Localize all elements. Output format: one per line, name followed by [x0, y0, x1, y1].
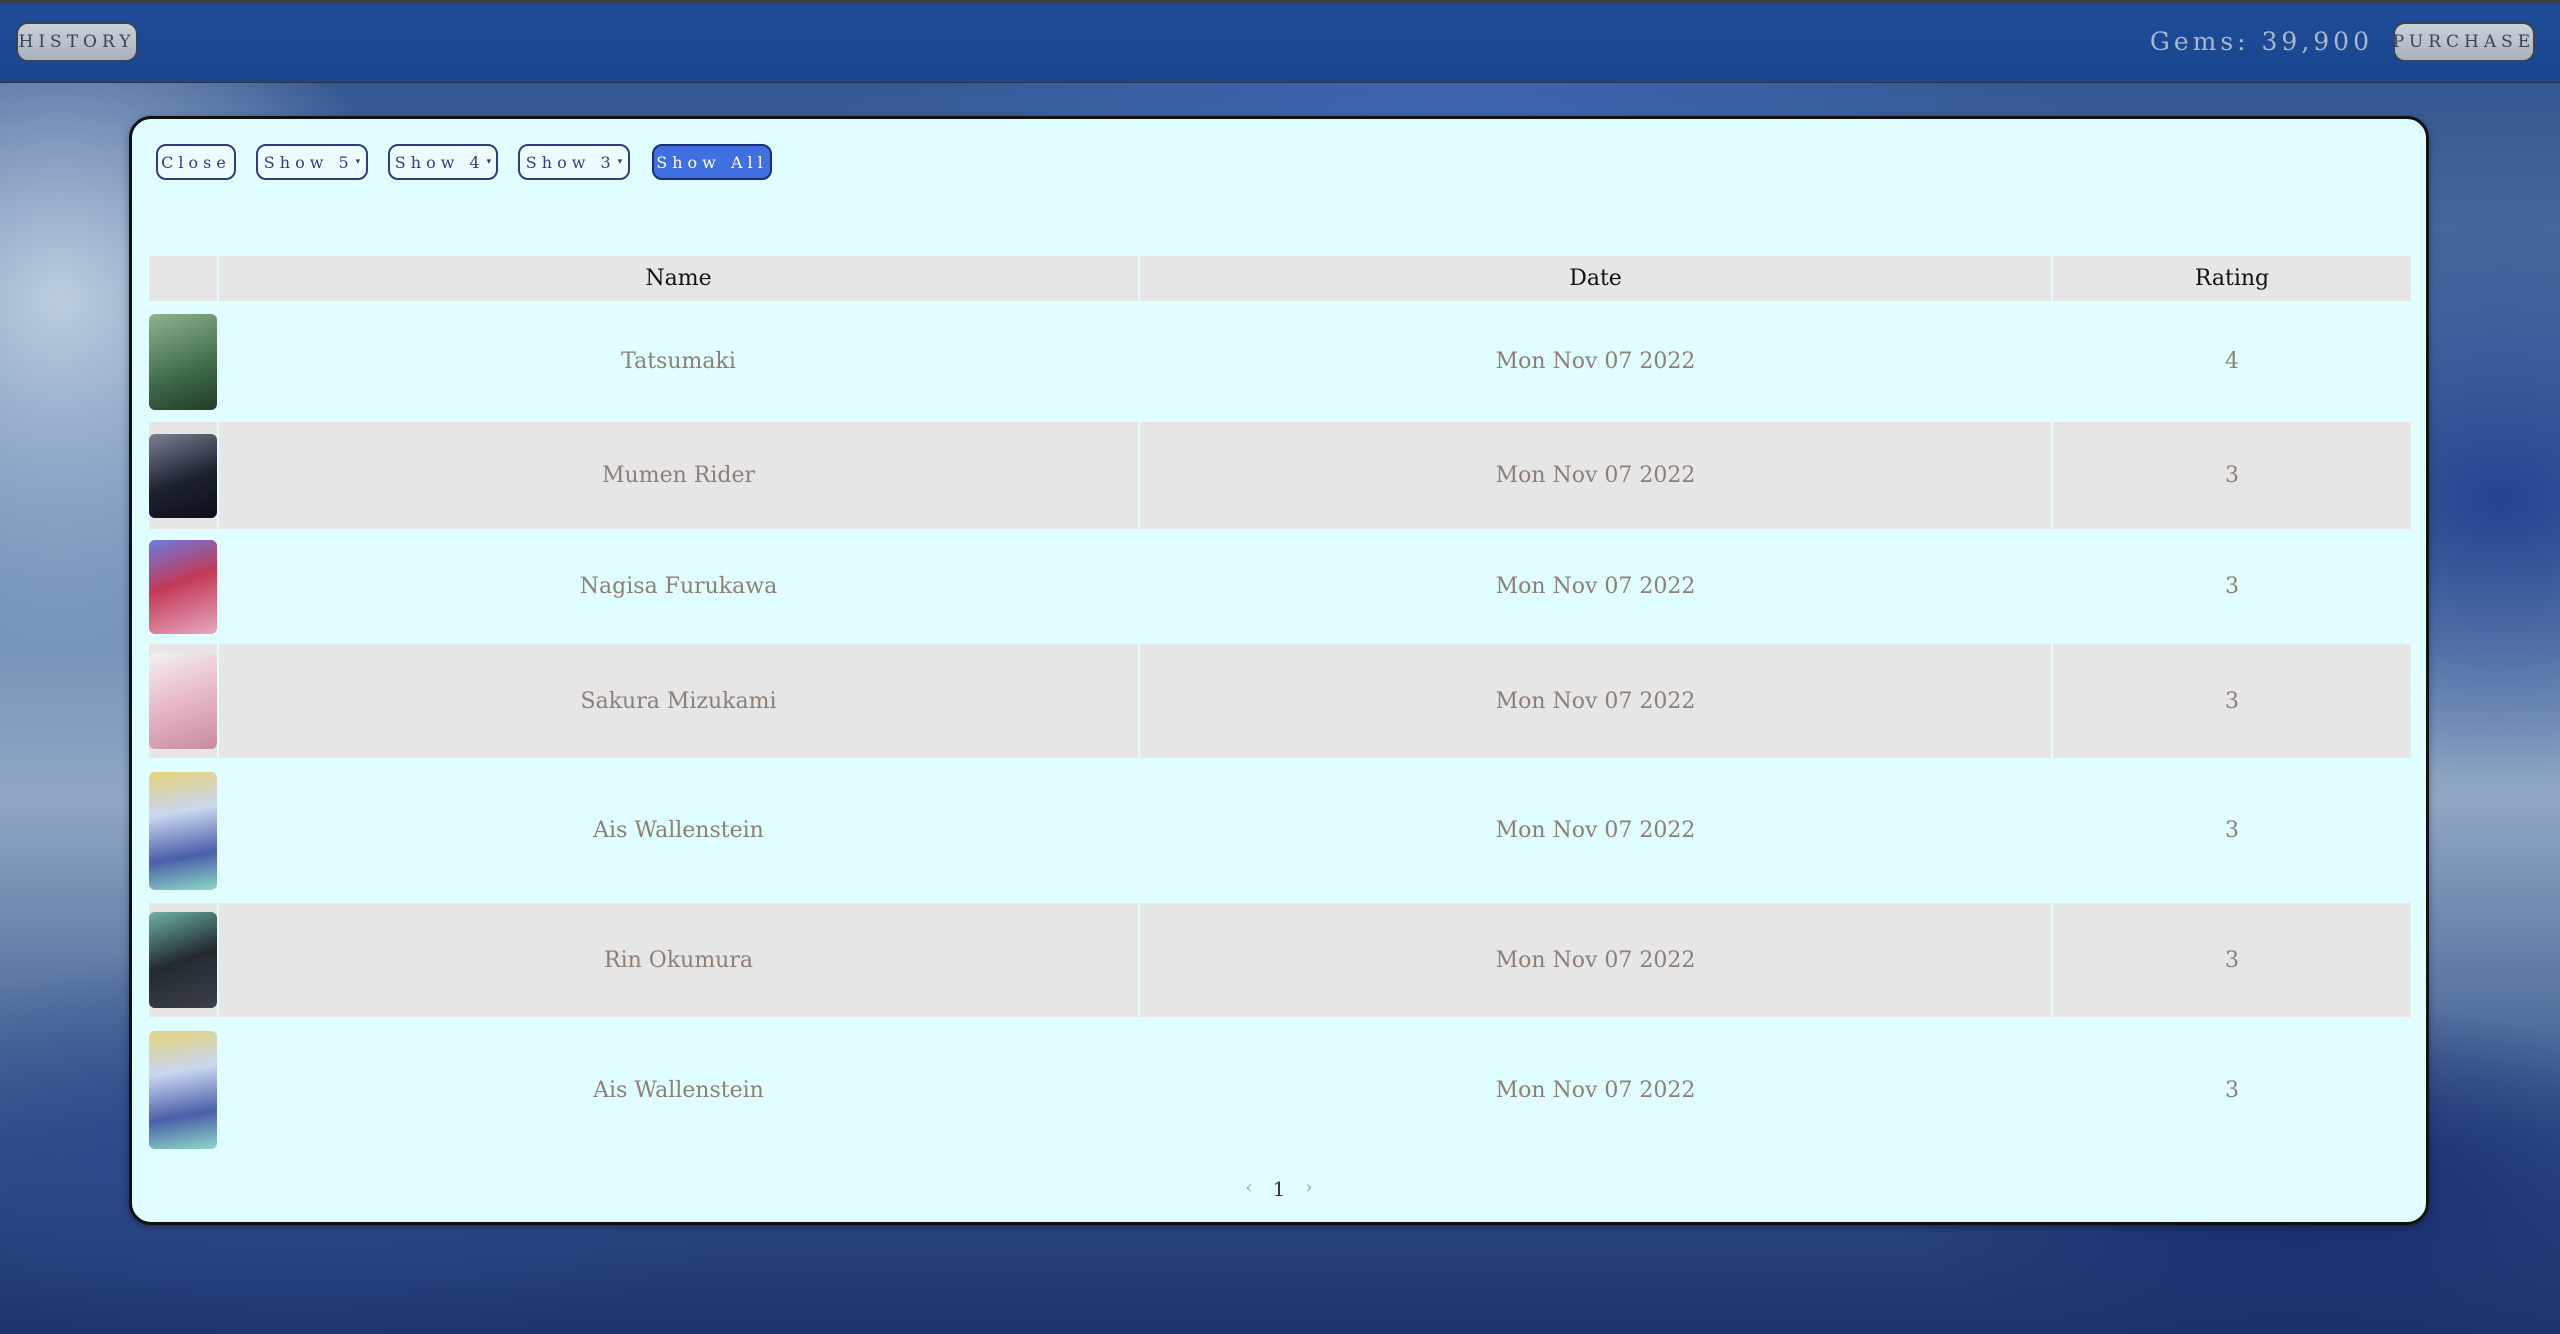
table-row[interactable]: Rin Okumura Mon Nov 07 2022 3: [149, 903, 2411, 1017]
name-cell: Ais Wallenstein: [217, 758, 1138, 903]
character-thumbnail: [149, 313, 217, 410]
name-cell: Mumen Rider: [217, 422, 1138, 529]
chevron-down-icon: ▾: [617, 157, 623, 167]
history-button[interactable]: HISTORY: [16, 22, 138, 62]
header-rating[interactable]: Rating: [2051, 256, 2411, 301]
header-date[interactable]: Date: [1138, 256, 2051, 301]
date-cell: Mon Nov 07 2022: [1138, 644, 2051, 758]
show-all-label: Show All: [656, 152, 768, 172]
prev-page-icon[interactable]: ‹: [1245, 1177, 1252, 1201]
table-row[interactable]: Tatsumaki Mon Nov 07 2022 4: [149, 301, 2411, 422]
gems-counter: Gems: 39,900: [2149, 27, 2373, 56]
name-cell: Ais Wallenstein: [217, 1017, 1138, 1163]
thumbnail-cell: [149, 529, 217, 644]
close-button-label: Close: [161, 152, 231, 172]
table-row[interactable]: Nagisa Furukawa Mon Nov 07 2022 3: [149, 529, 2411, 644]
history-table: Name Date Rating Tatsumaki Mon Nov 07 20…: [149, 256, 2411, 1163]
top-bar: HISTORY Gems: 39,900 PURCHASE: [0, 0, 2560, 83]
thumbnail-cell: [149, 903, 217, 1017]
date-cell: Mon Nov 07 2022: [1138, 301, 2051, 422]
character-thumbnail: [149, 912, 217, 1008]
character-thumbnail: [149, 653, 217, 749]
chevron-down-icon: ▾: [486, 157, 492, 167]
chevron-down-icon: ▾: [355, 157, 361, 167]
header-name[interactable]: Name: [217, 256, 1138, 301]
rating-cell: 4: [2051, 301, 2411, 422]
table-row[interactable]: Mumen Rider Mon Nov 07 2022 3: [149, 422, 2411, 529]
character-thumbnail: [149, 433, 217, 518]
character-thumbnail: [149, 539, 217, 634]
date-cell: Mon Nov 07 2022: [1138, 1017, 2051, 1163]
character-thumbnail: [149, 771, 217, 890]
rating-cell: 3: [2051, 529, 2411, 644]
next-page-icon[interactable]: ›: [1305, 1177, 1312, 1201]
show-all-button[interactable]: Show All: [652, 144, 772, 180]
table-row[interactable]: Ais Wallenstein Mon Nov 07 2022 3: [149, 758, 2411, 903]
thumbnail-cell: [149, 422, 217, 529]
name-cell: Nagisa Furukawa: [217, 529, 1138, 644]
show-3-button[interactable]: Show 3 ▾: [518, 144, 630, 180]
rating-cell: 3: [2051, 758, 2411, 903]
name-cell: Sakura Mizukami: [217, 644, 1138, 758]
rating-cell: 3: [2051, 1017, 2411, 1163]
name-cell: Tatsumaki: [217, 301, 1138, 422]
pagination: ‹ 1 ›: [132, 1177, 2426, 1201]
table-row[interactable]: Sakura Mizukami Mon Nov 07 2022 3: [149, 644, 2411, 758]
show-4-label: Show 4: [394, 152, 485, 172]
thumbnail-cell: [149, 758, 217, 903]
show-5-label: Show 5: [263, 152, 354, 172]
date-cell: Mon Nov 07 2022: [1138, 529, 2051, 644]
thumbnail-cell: [149, 301, 217, 422]
history-panel: Close Show 5 ▾ Show 4 ▾ Show 3 ▾ Show All N…: [129, 116, 2429, 1225]
table-header: Name Date Rating: [149, 256, 2411, 301]
date-cell: Mon Nov 07 2022: [1138, 422, 2051, 529]
show-5-button[interactable]: Show 5 ▾: [256, 144, 368, 180]
show-3-label: Show 3: [525, 152, 616, 172]
current-page[interactable]: 1: [1273, 1177, 1286, 1201]
purchase-button[interactable]: PURCHASE: [2393, 22, 2535, 62]
rating-cell: 3: [2051, 422, 2411, 529]
table-row[interactable]: Ais Wallenstein Mon Nov 07 2022 3: [149, 1017, 2411, 1163]
rating-cell: 3: [2051, 644, 2411, 758]
character-thumbnail: [149, 1031, 217, 1149]
rating-cell: 3: [2051, 903, 2411, 1017]
header-image-cell: [149, 256, 217, 301]
close-button[interactable]: Close: [156, 144, 236, 180]
thumbnail-cell: [149, 1017, 217, 1163]
date-cell: Mon Nov 07 2022: [1138, 903, 2051, 1017]
name-cell: Rin Okumura: [217, 903, 1138, 1017]
date-cell: Mon Nov 07 2022: [1138, 758, 2051, 903]
show-4-button[interactable]: Show 4 ▾: [388, 144, 498, 180]
thumbnail-cell: [149, 644, 217, 758]
